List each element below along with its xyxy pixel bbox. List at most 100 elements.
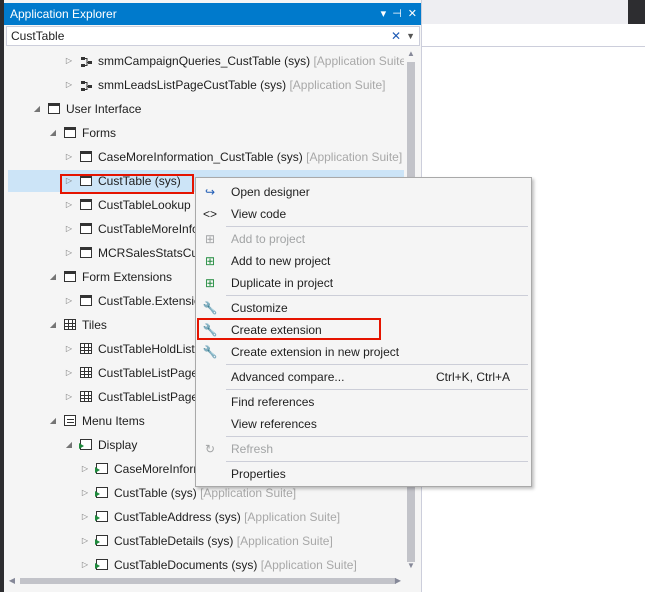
tree-item-name: Form Extensions <box>82 270 173 284</box>
search-value: CustTable <box>11 29 65 43</box>
collapsed-arrow-icon[interactable]: ▷ <box>64 242 74 264</box>
open-designer-icon: ↪ <box>204 185 216 199</box>
menu-item-customize[interactable]: 🔧 Customize <box>196 297 531 319</box>
mi-icon <box>95 511 108 522</box>
collapsed-arrow-icon[interactable]: ▷ <box>80 458 90 480</box>
tree-row-label: Form Extensions <box>82 266 172 288</box>
tree-item-name: Menu Items <box>82 414 145 428</box>
menu-icon <box>64 415 76 426</box>
collapsed-arrow-icon[interactable]: ▷ <box>64 218 74 240</box>
scroll-right-icon[interactable]: ▶ <box>392 574 404 588</box>
menu-item-label: Find references <box>231 395 315 409</box>
mi-icon <box>95 463 108 474</box>
pin-icon[interactable]: ⊣ <box>392 3 402 25</box>
expanded-arrow-icon[interactable]: ◢ <box>48 410 58 432</box>
expanded-arrow-icon[interactable]: ◢ <box>48 314 58 336</box>
tree-item-name: CustTableListPage <box>98 390 199 404</box>
panel-title-bar[interactable]: Application Explorer ▾ ⊣ ✕ <box>4 3 421 25</box>
menu-item-label: Open designer <box>231 185 310 199</box>
query-icon <box>80 78 94 92</box>
tree-item-tag: (sys) <box>170 486 197 500</box>
menu-item-view-references[interactable]: View references <box>196 413 531 435</box>
editor-divider <box>422 46 645 47</box>
expanded-arrow-icon[interactable]: ◢ <box>64 434 74 456</box>
collapsed-arrow-icon[interactable]: ▷ <box>64 386 74 408</box>
custtable-highlight-box <box>60 174 194 194</box>
tree-row[interactable]: ▷ CustTableDocuments (sys) [Application S… <box>8 554 404 572</box>
tile-icon <box>80 343 92 354</box>
form-icon <box>64 127 76 138</box>
search-input[interactable]: CustTable ✕ ▼ <box>6 26 420 46</box>
collapsed-arrow-icon[interactable]: ▷ <box>80 554 90 572</box>
tree-row-label: Menu Items <box>82 410 145 432</box>
form-icon <box>80 151 92 162</box>
tree-row[interactable]: ▷ CustTableAddress (sys) [Application Sui… <box>8 506 404 528</box>
scroll-down-icon[interactable]: ▼ <box>404 560 418 572</box>
panel-dropdown-icon[interactable]: ▾ <box>381 3 387 25</box>
tree-row-label: CustTableHoldList <box>98 338 195 360</box>
tree-item-model: [Application Suite] <box>244 510 341 524</box>
tree-row-label: CustTableAddress (sys) [Application Suit… <box>114 506 340 528</box>
tree-item-name: CustTableHoldList <box>98 342 195 356</box>
menu-item-properties[interactable]: Properties <box>196 463 531 485</box>
horizontal-scrollbar[interactable]: ◀ ▶ <box>6 574 404 588</box>
menu-separator <box>226 389 528 390</box>
tree-row[interactable]: ▷ CustTableDetails (sys) [Application Sui… <box>8 530 404 552</box>
close-icon[interactable]: ✕ <box>408 3 417 25</box>
menu-item-duplicate-in-project[interactable]: ⊞ Duplicate in project <box>196 272 531 294</box>
collapsed-arrow-icon[interactable]: ▷ <box>64 362 74 384</box>
menu-item-open-designer[interactable]: ↪ Open designer <box>196 181 531 203</box>
tree-item-model: [Application Suite] <box>313 54 404 68</box>
form-icon <box>80 223 92 234</box>
tree-item-tag: (sys) <box>260 78 287 92</box>
collapsed-arrow-icon[interactable]: ▷ <box>64 290 74 312</box>
menu-item-find-references[interactable]: Find references <box>196 391 531 413</box>
add-to-new-project-icon: ⊞ <box>204 254 216 268</box>
menu-separator <box>226 295 528 296</box>
collapsed-arrow-icon[interactable]: ▷ <box>64 146 74 168</box>
tree-item-name: smmCampaignQueries_CustTable <box>98 54 281 68</box>
tree-row-label: Forms <box>82 122 116 144</box>
collapsed-arrow-icon[interactable]: ▷ <box>80 506 90 528</box>
menu-item-label: Add to project <box>231 232 306 246</box>
search-dropdown-icon[interactable]: ▼ <box>406 27 415 45</box>
tree-item-model: [Application Suite] <box>306 150 403 164</box>
collapsed-arrow-icon[interactable]: ▷ <box>80 530 90 552</box>
tree-item-name: CustTableMoreInfo <box>98 222 199 236</box>
tree-row-label: CustTable.Extension <box>98 290 207 312</box>
expanded-arrow-icon[interactable]: ◢ <box>48 266 58 288</box>
collapsed-arrow-icon[interactable]: ▷ <box>64 74 74 96</box>
tree-row[interactable]: ◢ Forms <box>8 122 404 144</box>
tree-row-label: smmCampaignQueries_CustTable (sys) [Appl… <box>98 50 404 72</box>
horizontal-scroll-thumb[interactable] <box>20 578 396 584</box>
create-extension-highlight-box <box>197 318 381 340</box>
menu-item-advanced-compare[interactable]: Advanced compare... Ctrl+K, Ctrl+A <box>196 366 531 388</box>
expanded-arrow-icon[interactable]: ◢ <box>32 98 42 120</box>
tree-row-label: Display <box>98 434 137 456</box>
tree-row-label: CustTableListPage <box>98 362 198 384</box>
tree-row[interactable]: ◢ User Interface <box>8 98 404 120</box>
tree-row[interactable]: ▷ CaseMoreInformation_CustTable (sys) [Ap… <box>8 146 404 168</box>
find-references-icon <box>202 394 218 410</box>
menu-separator <box>226 461 528 462</box>
tree-row-label: CustTableListPage <box>98 386 198 408</box>
collapsed-arrow-icon[interactable]: ▷ <box>64 194 74 216</box>
view-code-icon: <> <box>202 207 217 221</box>
tree-row-label: CustTableDetails (sys) [Application Suit… <box>114 530 333 552</box>
scroll-left-icon[interactable]: ◀ <box>6 574 18 588</box>
expanded-arrow-icon[interactable]: ◢ <box>48 122 58 144</box>
clear-search-icon[interactable]: ✕ <box>391 27 401 45</box>
menu-item-label: Advanced compare... <box>231 370 345 384</box>
collapsed-arrow-icon[interactable]: ▷ <box>80 482 90 504</box>
menu-item-view-code[interactable]: <> View code <box>196 203 531 225</box>
tree-row-label: CustTableMoreInfo <box>98 218 199 240</box>
scroll-up-icon[interactable]: ▲ <box>404 48 418 60</box>
collapsed-arrow-icon[interactable]: ▷ <box>64 50 74 72</box>
menu-item-add-to-new-project[interactable]: ⊞ Add to new project <box>196 250 531 272</box>
collapsed-arrow-icon[interactable]: ▷ <box>64 338 74 360</box>
tree-item-name: CustTableListPage <box>98 366 199 380</box>
tree-row[interactable]: ▷ smmLeadsListPageCustTable (sys) [Applic… <box>8 74 404 96</box>
tree-row[interactable]: ▷ smmCampaignQueries_CustTable (sys) [App… <box>8 50 404 72</box>
editor-corner <box>628 0 645 24</box>
menu-item-create-extension-in-new-project[interactable]: 🔧 Create extension in new project <box>196 341 531 363</box>
